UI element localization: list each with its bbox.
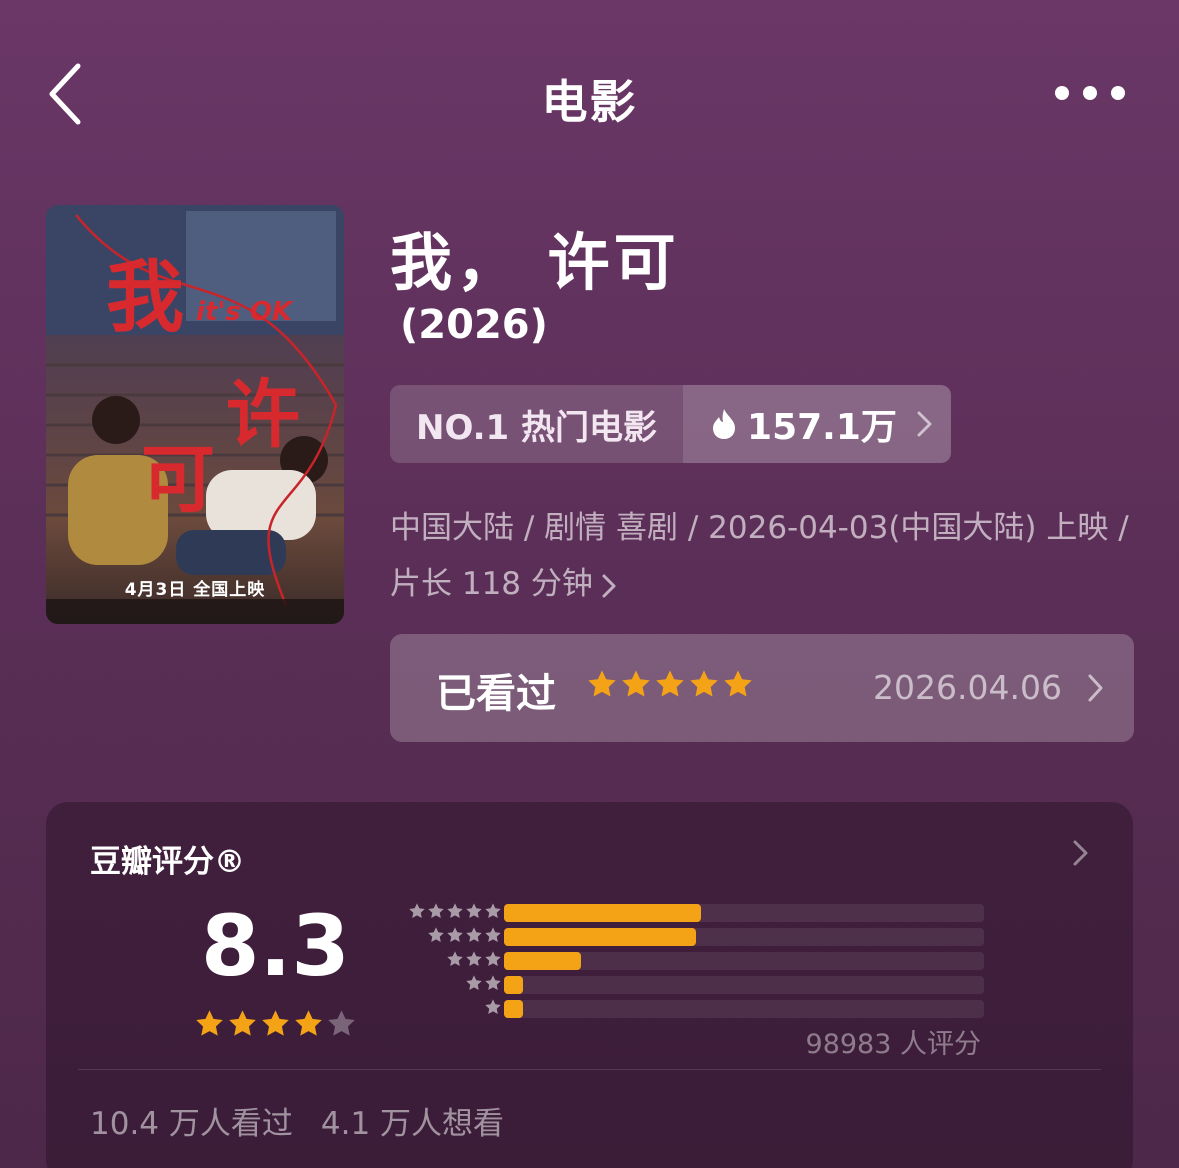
star-icon (588, 670, 616, 697)
distribution-stars (446, 950, 502, 968)
star-icon (447, 903, 463, 919)
movie-meta-link[interactable]: 中国大陆 / 剧情 喜剧 / 2026-04-03(中国大陆) 上映 / 片长 … (390, 500, 1130, 612)
divider (78, 1069, 1101, 1070)
distribution-row (376, 902, 986, 924)
movie-meta-text: 中国大陆 / 剧情 喜剧 / 2026-04-03(中国大陆) 上映 / 片长 … (390, 510, 1129, 602)
star-icon (724, 670, 752, 697)
distribution-stars (465, 974, 502, 992)
star-icon (466, 903, 482, 919)
more-dot-icon (1083, 86, 1097, 100)
distribution-stars (484, 998, 502, 1016)
poster-title-char: 可 (141, 437, 215, 523)
distribution-bar-track (504, 952, 984, 970)
more-options-button[interactable] (1055, 78, 1125, 108)
star-icon (622, 670, 650, 697)
distribution-stars (408, 902, 502, 920)
more-dot-icon (1055, 86, 1069, 100)
star-icon (409, 903, 425, 919)
rating-title: 豆瓣评分® (90, 844, 245, 880)
flame-icon (713, 409, 736, 439)
want-count[interactable]: 4.1 万人想看 (321, 1106, 504, 1142)
distribution-bar-fill (504, 1000, 524, 1018)
score-stars (194, 1008, 357, 1039)
movie-year: (2026) (400, 302, 548, 348)
star-icon (428, 903, 444, 919)
star-icon (466, 951, 482, 967)
rating-count: 98983 人评分 (805, 1029, 981, 1060)
star-icon (262, 1010, 289, 1036)
page-title: 电影 (541, 75, 638, 129)
chevron-right-icon (602, 574, 616, 597)
star-icon (485, 999, 501, 1015)
poster-title-char: 许 (226, 372, 300, 458)
poster-english-title: it's OK (196, 297, 293, 327)
distribution-bar-fill (504, 952, 581, 970)
chevron-right-icon (917, 411, 932, 437)
heat-value: 157.1万 (747, 407, 897, 448)
star-icon (466, 927, 482, 943)
distribution-row (376, 974, 986, 996)
star-icon (295, 1010, 322, 1036)
ranking-chip[interactable]: NO.1 热门电影 157.1万 (390, 385, 951, 463)
star-icon (485, 903, 501, 919)
rating-footer: 10.4 万人看过 4.1 万人想看 (90, 1098, 504, 1143)
more-dot-icon (1111, 86, 1125, 100)
heat-section: 157.1万 (683, 385, 951, 463)
movie-title: 我， 许可 (390, 226, 680, 299)
distribution-row (376, 926, 986, 948)
star-icon (466, 975, 482, 991)
star-icon (196, 1010, 223, 1036)
user-rating-stars (586, 668, 754, 700)
distribution-row (376, 950, 986, 972)
distribution-bar-fill (504, 904, 701, 922)
distribution-stars (427, 926, 502, 944)
distribution-bar-track (504, 1000, 984, 1018)
star-icon (485, 927, 501, 943)
star-icon (447, 951, 463, 967)
star-icon (447, 927, 463, 943)
watched-date: 2026.04.06 (873, 668, 1062, 707)
star-icon (328, 1010, 355, 1036)
distribution-bar-fill (504, 976, 524, 994)
star-icon (690, 670, 718, 697)
watched-label: 已看过 (436, 671, 556, 717)
distribution-bar-track (504, 928, 984, 946)
movie-poster[interactable]: 我 it's OK 许 可 4月3日 全国上映 (46, 205, 344, 624)
distribution-bar-track (504, 904, 984, 922)
chevron-right-icon[interactable] (1071, 838, 1089, 868)
star-icon (656, 670, 684, 697)
star-icon (428, 927, 444, 943)
distribution-bar-fill (504, 928, 696, 946)
watched-status-card[interactable]: 已看过 2026.04.06 (390, 634, 1134, 742)
chevron-right-icon (1088, 674, 1103, 702)
douban-rating-card: 豆瓣评分® 8.3 98983 人评分 10.4 万人看过 4.1 万人想看 (46, 802, 1133, 1168)
star-icon (485, 975, 501, 991)
watched-count[interactable]: 10.4 万人看过 (90, 1106, 293, 1142)
poster-title-char: 我 (106, 252, 185, 343)
distribution-row (376, 998, 986, 1020)
star-icon (229, 1010, 256, 1036)
star-icon (485, 951, 501, 967)
navigation-bar: 电影 (0, 0, 1179, 190)
rating-score: 8.3 (201, 897, 350, 995)
distribution-bar-track (504, 976, 984, 994)
poster-release-text: 4月3日 全国上映 (124, 580, 266, 600)
ranking-label: NO.1 热门电影 (390, 385, 684, 463)
